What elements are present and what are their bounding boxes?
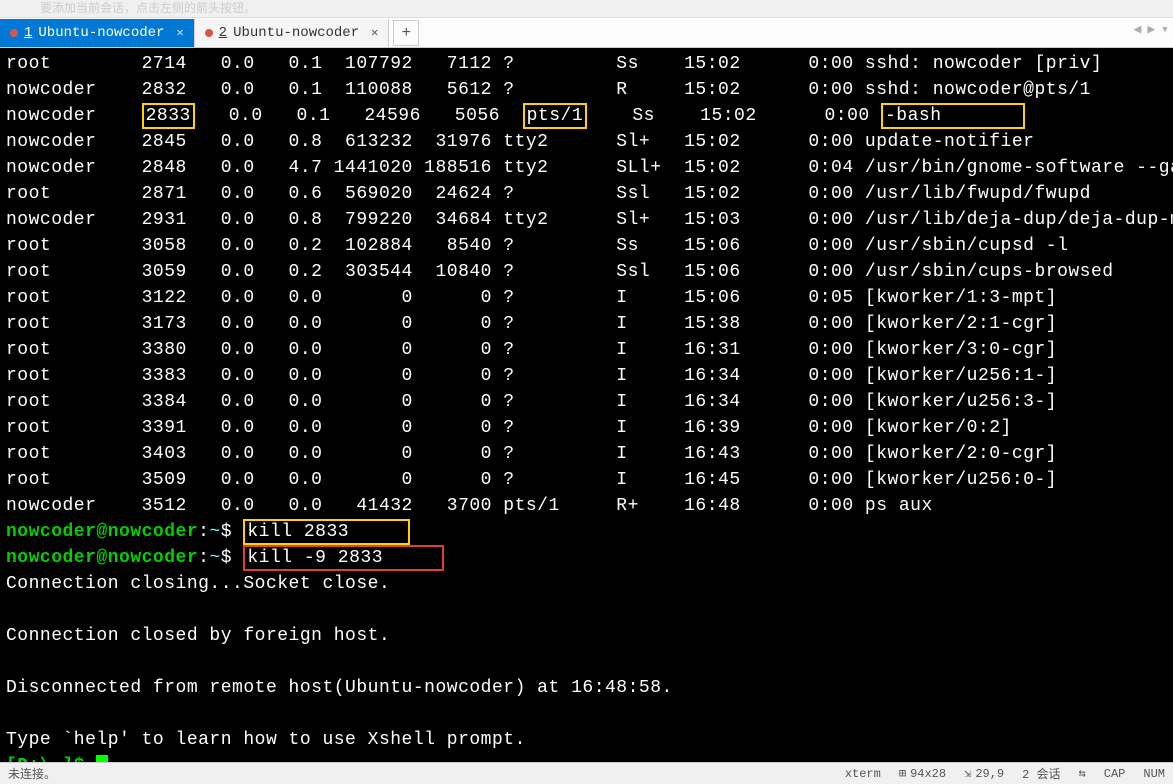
tab-number: 1 bbox=[24, 25, 32, 41]
close-icon[interactable]: ✕ bbox=[371, 25, 378, 40]
status-num: NUM bbox=[1143, 767, 1165, 781]
status-dot-icon bbox=[205, 29, 213, 37]
status-pos: ⇲29,9 bbox=[964, 766, 1004, 781]
status-bar: 未连接。 xterm ⊞94x28 ⇲29,9 2 会话 ⇆ CAP NUM bbox=[0, 762, 1173, 784]
status-sessions: 2 会话 bbox=[1022, 765, 1060, 782]
tab-label: Ubuntu-nowcoder bbox=[38, 25, 164, 41]
process-row: nowcoder 2845 0.0 0.8 613232 31976 tty2 … bbox=[6, 129, 1167, 155]
tab-menu-icon[interactable]: ▾ bbox=[1161, 22, 1169, 37]
output-line bbox=[6, 649, 1167, 675]
tab-bar: 1 Ubuntu-nowcoder ✕ 2 Ubuntu-nowcoder ✕ … bbox=[0, 18, 1173, 48]
output-line: Disconnected from remote host(Ubuntu-now… bbox=[6, 675, 1167, 701]
local-prompt[interactable]: [D:\~]$ bbox=[6, 753, 1167, 762]
status-cap: CAP bbox=[1104, 767, 1126, 781]
process-row: root 3059 0.0 0.2 303544 10840 ? Ssl 15:… bbox=[6, 259, 1167, 285]
local-prompt-text: [D:\~]$ bbox=[6, 756, 96, 762]
process-row: nowcoder 2931 0.0 0.8 799220 34684 tty2 … bbox=[6, 207, 1167, 233]
close-icon[interactable]: ✕ bbox=[176, 25, 183, 40]
status-dot-icon bbox=[10, 29, 18, 37]
process-row: root 3509 0.0 0.0 0 0 ? I 16:45 0:00 [kw… bbox=[6, 467, 1167, 493]
process-row: root 2871 0.0 0.6 569020 24624 ? Ssl 15:… bbox=[6, 181, 1167, 207]
process-row: nowcoder 2832 0.0 0.1 110088 5612 ? R 15… bbox=[6, 77, 1167, 103]
process-row: root 3122 0.0 0.0 0 0 ? I 15:06 0:05 [kw… bbox=[6, 285, 1167, 311]
prompt-line: nowcoder@nowcoder:~$ kill -9 2833 bbox=[6, 545, 1167, 571]
output-line: Connection closing...Socket close. bbox=[6, 571, 1167, 597]
status-divider: ⇆ bbox=[1079, 766, 1086, 781]
process-row: root 3391 0.0 0.0 0 0 ? I 16:39 0:00 [kw… bbox=[6, 415, 1167, 441]
grid-icon: ⊞ bbox=[899, 766, 906, 781]
output-line: Type `help' to learn how to use Xshell p… bbox=[6, 727, 1167, 753]
tab-next-icon[interactable]: ▶ bbox=[1147, 22, 1155, 37]
tab-1[interactable]: 1 Ubuntu-nowcoder ✕ bbox=[0, 19, 195, 47]
tab-prev-icon[interactable]: ◀ bbox=[1134, 22, 1142, 37]
output-line bbox=[6, 701, 1167, 727]
status-term: xterm bbox=[845, 767, 881, 781]
tab-nav: ◀ ▶ ▾ bbox=[1134, 22, 1169, 37]
cursor-pos-icon: ⇲ bbox=[964, 766, 971, 781]
status-size: ⊞94x28 bbox=[899, 766, 946, 781]
status-connection: 未连接。 bbox=[8, 765, 845, 782]
process-row: root 3383 0.0 0.0 0 0 ? I 16:34 0:00 [kw… bbox=[6, 363, 1167, 389]
process-row: root 3403 0.0 0.0 0 0 ? I 16:43 0:00 [kw… bbox=[6, 441, 1167, 467]
process-row: nowcoder 2833 0.0 0.1 24596 5056 pts/1 S… bbox=[6, 103, 1167, 129]
process-row: nowcoder 2848 0.0 4.7 1441020 188516 tty… bbox=[6, 155, 1167, 181]
terminal-area[interactable]: root 2714 0.0 0.1 107792 7112 ? Ss 15:02… bbox=[0, 48, 1173, 762]
tab-number: 2 bbox=[219, 25, 227, 41]
process-row: root 3380 0.0 0.0 0 0 ? I 16:31 0:00 [kw… bbox=[6, 337, 1167, 363]
tab-2[interactable]: 2 Ubuntu-nowcoder ✕ bbox=[195, 19, 390, 47]
cursor-icon bbox=[96, 755, 108, 762]
process-row: root 2714 0.0 0.1 107792 7112 ? Ss 15:02… bbox=[6, 51, 1167, 77]
process-row: root 3384 0.0 0.0 0 0 ? I 16:34 0:00 [kw… bbox=[6, 389, 1167, 415]
process-row: root 3173 0.0 0.0 0 0 ? I 15:38 0:00 [kw… bbox=[6, 311, 1167, 337]
output-line bbox=[6, 597, 1167, 623]
output-line: Connection closed by foreign host. bbox=[6, 623, 1167, 649]
process-row: nowcoder 3512 0.0 0.0 41432 3700 pts/1 R… bbox=[6, 493, 1167, 519]
prompt-line: nowcoder@nowcoder:~$ kill 2833 bbox=[6, 519, 1167, 545]
hint-bar: 要添加当前会话，点击左侧的箭头按钮。 bbox=[0, 0, 1173, 18]
tab-label: Ubuntu-nowcoder bbox=[233, 25, 359, 41]
add-tab-button[interactable]: + bbox=[393, 20, 419, 46]
process-row: root 3058 0.0 0.2 102884 8540 ? Ss 15:06… bbox=[6, 233, 1167, 259]
